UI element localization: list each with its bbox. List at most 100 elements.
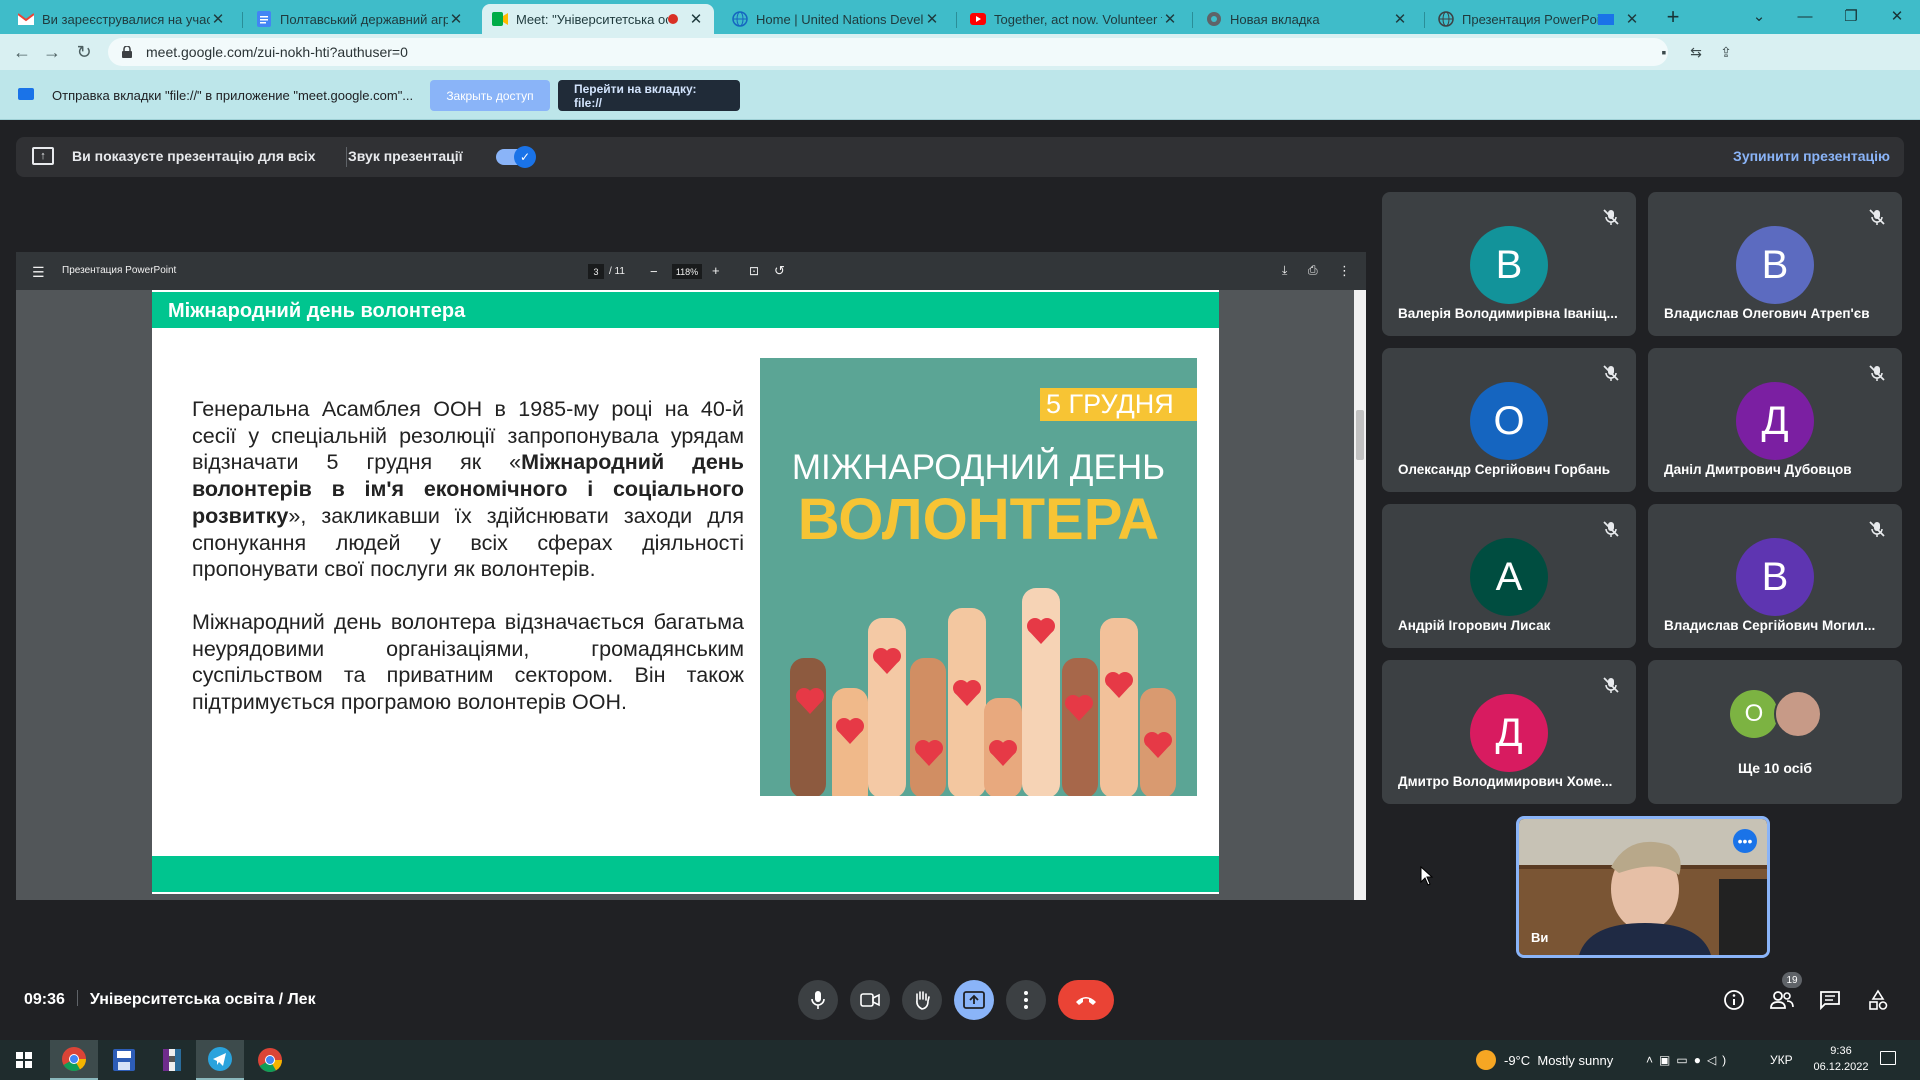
language-indicator[interactable]: УКР bbox=[1770, 1040, 1793, 1080]
zoom-level-input[interactable]: 118% bbox=[672, 264, 702, 279]
muted-mic-icon bbox=[1869, 209, 1885, 225]
tab-meet[interactable]: Meet: "Університетська осв ✕ bbox=[482, 4, 714, 34]
pdf-title: Презентация PowerPoint bbox=[62, 265, 177, 276]
tab-docs[interactable]: Полтавський державний аграр ✕ bbox=[246, 4, 474, 34]
volunteer-day-poster: 5 ГРУДНЯ МІЖНАРОДНИЙ ДЕНЬ ВОЛОНТЕРА bbox=[760, 358, 1197, 796]
print-icon[interactable]: ⎙ bbox=[1308, 263, 1318, 278]
participant-tile[interactable]: Д Даніл Дмитрович Дубовцов bbox=[1648, 348, 1902, 492]
participant-tile[interactable]: В Владислав Олегович Атреп'єв bbox=[1648, 192, 1902, 336]
more-options-button[interactable] bbox=[1006, 980, 1046, 1020]
translate-icon[interactable]: ⇆ bbox=[1686, 42, 1706, 62]
stop-presenting-button[interactable]: Зупинити презентацію bbox=[1733, 148, 1890, 164]
taskbar-chrome-profile[interactable] bbox=[246, 1040, 294, 1080]
participant-tile[interactable]: О Олександр Сергійович Горбань bbox=[1382, 348, 1636, 492]
show-hidden-icons[interactable]: ˄ bbox=[1646, 1053, 1659, 1067]
raise-hand-button[interactable] bbox=[902, 980, 942, 1020]
pdf-scrollbar[interactable] bbox=[1354, 290, 1366, 900]
taskbar-telegram[interactable] bbox=[196, 1040, 244, 1080]
monitor-icon[interactable]: ▭ bbox=[1676, 1053, 1693, 1067]
slide-paragraph-1: Генеральна Асамблея ООН в 1985-му році н… bbox=[192, 396, 744, 583]
muted-mic-icon bbox=[1869, 365, 1885, 381]
taskbar-save-app[interactable] bbox=[100, 1040, 148, 1080]
notifications-icon[interactable] bbox=[1880, 1051, 1896, 1065]
divider bbox=[346, 147, 347, 167]
more-participants-tile[interactable]: О Ще 10 осіб bbox=[1648, 660, 1902, 804]
address-bar[interactable]: meet.google.com/zui-nokh-hti?authuser=0 bbox=[108, 38, 1668, 66]
floppy-disk-icon bbox=[113, 1049, 135, 1071]
meeting-time: 09:36 bbox=[24, 991, 65, 1008]
presentation-audio-toggle[interactable]: ✓ bbox=[496, 146, 536, 168]
tab-search-icon[interactable]: ⌄ bbox=[1736, 0, 1782, 32]
meeting-title: Університетська освіта / Лек bbox=[89, 991, 316, 1008]
more-options-icon[interactable]: ⋮ bbox=[1338, 263, 1351, 279]
tab-youtube[interactable]: Together, act now. Volunteer for ✕ bbox=[960, 4, 1188, 34]
tab-powerpoint[interactable]: Презентация PowerPoint ✕ bbox=[1428, 4, 1650, 34]
muted-mic-icon bbox=[1603, 209, 1619, 225]
zoom-in-icon[interactable]: + bbox=[712, 263, 720, 278]
back-button[interactable]: ← bbox=[10, 40, 34, 64]
restore-button[interactable]: ❐ bbox=[1828, 0, 1874, 32]
scrollbar-thumb[interactable] bbox=[1356, 410, 1364, 460]
present-now-button[interactable] bbox=[954, 980, 994, 1020]
leave-call-button[interactable] bbox=[1058, 980, 1114, 1020]
participant-tile[interactable]: А Андрій Ігорович Лисак bbox=[1382, 504, 1636, 648]
camera-button[interactable] bbox=[850, 980, 890, 1020]
goto-tab-button[interactable]: Перейти на вкладку: file:// bbox=[558, 80, 740, 111]
people-button[interactable] bbox=[1768, 986, 1796, 1014]
close-tab-icon[interactable]: ✕ bbox=[1624, 10, 1640, 28]
new-tab-button[interactable]: + bbox=[1660, 4, 1686, 30]
start-button[interactable] bbox=[0, 1040, 48, 1080]
close-tab-icon[interactable]: ✕ bbox=[1392, 10, 1408, 28]
share-icon[interactable]: ⇪ bbox=[1716, 42, 1736, 62]
youtube-icon bbox=[970, 11, 986, 27]
tab-separator bbox=[242, 12, 243, 28]
page-number-input[interactable]: 3 bbox=[588, 264, 604, 279]
taskbar-clock[interactable]: 9:36 06.12.2022 bbox=[1808, 1043, 1874, 1075]
zoom-out-icon[interactable]: − bbox=[650, 264, 658, 279]
participant-tile[interactable]: Д Дмитро Володимирович Хоме... bbox=[1382, 660, 1636, 804]
close-tab-icon[interactable]: ✕ bbox=[688, 10, 704, 28]
browser-toolbar: ← → ↻ meet.google.com/zui-nokh-hti?authu… bbox=[0, 34, 1920, 96]
reload-button[interactable]: ↻ bbox=[72, 40, 96, 64]
pdf-toolbar: ☰ Презентация PowerPoint 3 / 11 − 118% +… bbox=[16, 252, 1366, 290]
minimize-button[interactable]: — bbox=[1782, 0, 1828, 32]
forward-button[interactable]: → bbox=[40, 40, 64, 64]
screen-share-icon bbox=[18, 88, 34, 100]
weather-text: -9°C Mostly sunny bbox=[1504, 1052, 1614, 1068]
rotate-icon[interactable]: ↺ bbox=[774, 263, 785, 279]
taskbar-chrome[interactable] bbox=[50, 1040, 98, 1080]
taskbar-archive-app[interactable] bbox=[148, 1040, 196, 1080]
self-label: Ви bbox=[1531, 930, 1549, 945]
meeting-details-button[interactable] bbox=[1720, 986, 1748, 1014]
self-video-tile[interactable]: ••• Ви bbox=[1516, 816, 1770, 958]
download-icon[interactable]: ⤓ bbox=[1282, 263, 1287, 278]
tab-gmail[interactable]: Ви зареєструвалися на участь у ✕ bbox=[8, 4, 236, 34]
volume-icon[interactable]: ◁) bbox=[1707, 1053, 1732, 1067]
close-window-button[interactable]: ✕ bbox=[1874, 0, 1920, 32]
network-icon[interactable]: ▣ bbox=[1659, 1053, 1676, 1067]
participant-tile[interactable]: В Владислав Сергійович Могил... bbox=[1648, 504, 1902, 648]
participant-tile[interactable]: В Валерія Володимирівна Іваніщ... bbox=[1382, 192, 1636, 336]
close-tab-icon[interactable]: ✕ bbox=[924, 10, 940, 28]
tab-new[interactable]: Новая вкладка ✕ bbox=[1196, 4, 1418, 34]
avatar: О bbox=[1730, 690, 1778, 738]
tab-undp[interactable]: Home | United Nations Develop ✕ bbox=[722, 4, 950, 34]
activities-button[interactable] bbox=[1864, 986, 1892, 1014]
fit-page-icon[interactable]: ⊡ bbox=[749, 264, 759, 278]
close-tab-icon[interactable]: ✕ bbox=[1162, 10, 1178, 28]
camera-in-use-icon[interactable]: ▪ bbox=[1654, 42, 1674, 62]
chrome-icon bbox=[258, 1048, 282, 1073]
more-options-button[interactable]: ••• bbox=[1733, 829, 1757, 853]
stop-sharing-button[interactable]: Закрыть доступ bbox=[430, 80, 550, 111]
close-tab-icon[interactable]: ✕ bbox=[210, 10, 226, 28]
weather-sun-icon bbox=[1476, 1050, 1496, 1070]
microphone-button[interactable] bbox=[798, 980, 838, 1020]
lock-icon bbox=[122, 46, 134, 58]
chat-button[interactable] bbox=[1816, 986, 1844, 1014]
system-tray-icons[interactable]: ˄ ▣ ▭ ● ◁) bbox=[1646, 1040, 1732, 1080]
weather-widget[interactable]: -9°C Mostly sunny bbox=[1476, 1040, 1613, 1080]
microphone-icon[interactable]: ● bbox=[1694, 1053, 1707, 1067]
menu-icon[interactable]: ☰ bbox=[32, 264, 45, 281]
close-tab-icon[interactable]: ✕ bbox=[448, 10, 464, 28]
infobar-message: Отправка вкладки "file://" в приложение … bbox=[52, 88, 414, 103]
